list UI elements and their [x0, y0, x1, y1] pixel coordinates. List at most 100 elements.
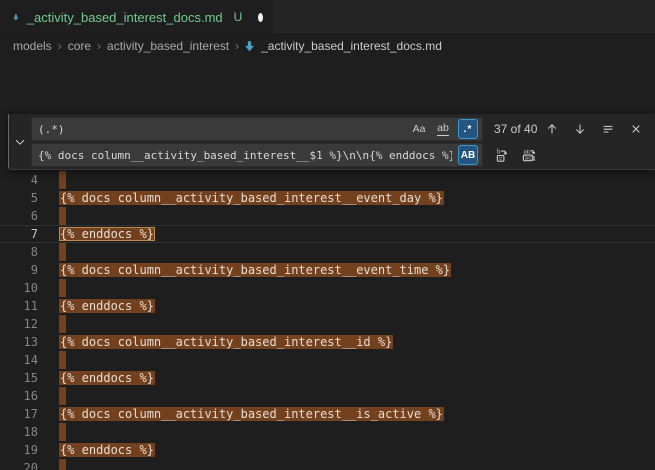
breadcrumb-file-label: _activity_based_interest_docs.md — [261, 39, 442, 53]
code-text — [59, 243, 66, 261]
find-match-highlight: {% docs column__activity_based_interest_… — [59, 263, 451, 277]
code-text — [59, 351, 66, 369]
find-in-selection-button[interactable] — [598, 120, 617, 139]
toggle-replace-button[interactable] — [9, 114, 31, 169]
editor-line[interactable]: 11 {% enddocs %} — [0, 297, 655, 315]
code-text: {% enddocs %} — [59, 297, 155, 315]
find-match-highlight: {% enddocs %} — [59, 299, 155, 313]
arrow-up-icon — [545, 122, 559, 136]
line-number: 10 — [0, 279, 38, 297]
find-row: Aa ab .* 37 of 40 — [31, 117, 649, 141]
editor-line[interactable]: 7 {% enddocs %} — [0, 225, 655, 243]
line-number: 6 — [0, 207, 38, 225]
code-text: {% enddocs %} — [59, 369, 155, 387]
find-match-highlight — [59, 171, 66, 189]
replace-all-button[interactable]: ab ac — [520, 146, 539, 165]
tab-active-file[interactable]: _activity_based_interest_docs.md U — [0, 0, 273, 34]
line-number: 8 — [0, 243, 38, 261]
find-match-highlight — [59, 387, 66, 405]
breadcrumb-separator-icon: › — [234, 39, 240, 53]
editor-line[interactable]: 16 — [0, 387, 655, 405]
find-match-highlight — [59, 423, 66, 441]
editor-line[interactable]: 4 — [0, 171, 655, 189]
line-number: 16 — [0, 387, 38, 405]
line-number: 11 — [0, 297, 38, 315]
code-text — [59, 171, 66, 189]
editor-line[interactable]: 6 — [0, 207, 655, 225]
replace-icon: b c — [495, 148, 510, 163]
editor-line[interactable]: 17 {% docs column__activity_based_interes… — [0, 405, 655, 423]
find-match-highlight — [59, 315, 66, 333]
line-number: 20 — [0, 459, 38, 470]
breadcrumb-item-models[interactable]: models — [11, 39, 54, 53]
preserve-case-toggle[interactable]: AB — [458, 145, 478, 165]
editor-line[interactable]: 18 — [0, 423, 655, 441]
find-match-highlight — [59, 279, 66, 297]
editor-line[interactable]: 14 — [0, 351, 655, 369]
markdown-file-icon — [243, 40, 256, 53]
replace-row: AB b c ab — [31, 143, 649, 167]
find-match-highlight — [59, 207, 66, 225]
code-text — [59, 315, 66, 333]
editor-pane: Aa ab .* 37 of 40 — [0, 57, 655, 470]
find-match-highlight: {% enddocs %} — [59, 371, 155, 385]
chevron-down-icon — [13, 135, 27, 149]
breadcrumb-separator-icon: › — [57, 39, 63, 53]
editor-line[interactable]: 13{% docs column__activity_based_interes… — [0, 333, 655, 351]
line-number: 12 — [0, 315, 38, 333]
svg-text:ac: ac — [525, 155, 532, 161]
editor-line[interactable]: 12 — [0, 315, 655, 333]
replace-input[interactable] — [31, 143, 483, 167]
editor-line[interactable]: 20 — [0, 459, 655, 470]
line-number: 7 — [0, 225, 38, 243]
editor-line[interactable]: 5 {% docs column__activity_based_interest… — [0, 189, 655, 207]
code-text — [59, 387, 66, 405]
previous-match-button[interactable] — [542, 120, 561, 139]
line-number: 15 — [0, 369, 38, 387]
match-case-toggle[interactable]: Aa — [409, 119, 429, 139]
line-number: 9 — [0, 261, 38, 279]
line-number: 17 — [0, 405, 38, 423]
selection-icon — [601, 122, 615, 136]
next-match-button[interactable] — [570, 120, 589, 139]
arrow-down-icon — [573, 122, 587, 136]
find-replace-widget: Aa ab .* 37 of 40 — [8, 114, 655, 170]
find-match-highlight: {% docs column__activity_based_interest_… — [59, 191, 444, 205]
svg-text:c: c — [499, 156, 502, 162]
replace-one-button[interactable]: b c — [493, 146, 512, 165]
breadcrumb-separator-icon: › — [96, 39, 102, 53]
svg-text:b: b — [497, 148, 501, 155]
line-number: 4 — [0, 171, 38, 189]
code-text: {% docs column__activity_based_interest_… — [59, 261, 451, 279]
code-text: {% enddocs %} — [59, 225, 155, 243]
find-match-highlight — [59, 459, 66, 470]
regex-toggle[interactable]: .* — [458, 119, 478, 139]
line-number: 18 — [0, 423, 38, 441]
editor-line[interactable]: 10 — [0, 279, 655, 297]
unsaved-changes-dot[interactable] — [258, 13, 263, 22]
editor-line[interactable]: 19 {% enddocs %} — [0, 441, 655, 459]
line-number: 5 — [0, 189, 38, 207]
breadcrumb-item-core[interactable]: core — [66, 39, 93, 53]
tab-bar: _activity_based_interest_docs.md U — [0, 0, 655, 35]
find-match-highlight — [59, 243, 66, 261]
find-match-highlight — [59, 351, 66, 369]
code-text — [59, 423, 66, 441]
breadcrumb-item-file[interactable]: _activity_based_interest_docs.md — [243, 39, 442, 53]
code-text: {% enddocs %} — [59, 441, 155, 459]
code-text — [59, 459, 66, 470]
line-number: 13 — [0, 333, 38, 351]
find-match-highlight: {% docs column__activity_based_interest_… — [59, 407, 444, 421]
code-text — [59, 207, 66, 225]
editor-line[interactable]: 8 — [0, 243, 655, 261]
code-text: {% docs column__activity_based_interest_… — [59, 189, 444, 207]
line-number: 19 — [0, 441, 38, 459]
editor-line[interactable]: 15 {% enddocs %} — [0, 369, 655, 387]
breadcrumb-item-activity-based-interest[interactable]: activity_based_interest — [105, 39, 231, 53]
close-find-button[interactable] — [626, 120, 645, 139]
code-text — [59, 279, 66, 297]
line-number: 14 — [0, 351, 38, 369]
whole-word-toggle[interactable]: ab — [433, 119, 453, 139]
editor-line[interactable]: 9 {% docs column__activity_based_interest… — [0, 261, 655, 279]
breadcrumb: models › core › activity_based_interest … — [0, 35, 655, 57]
